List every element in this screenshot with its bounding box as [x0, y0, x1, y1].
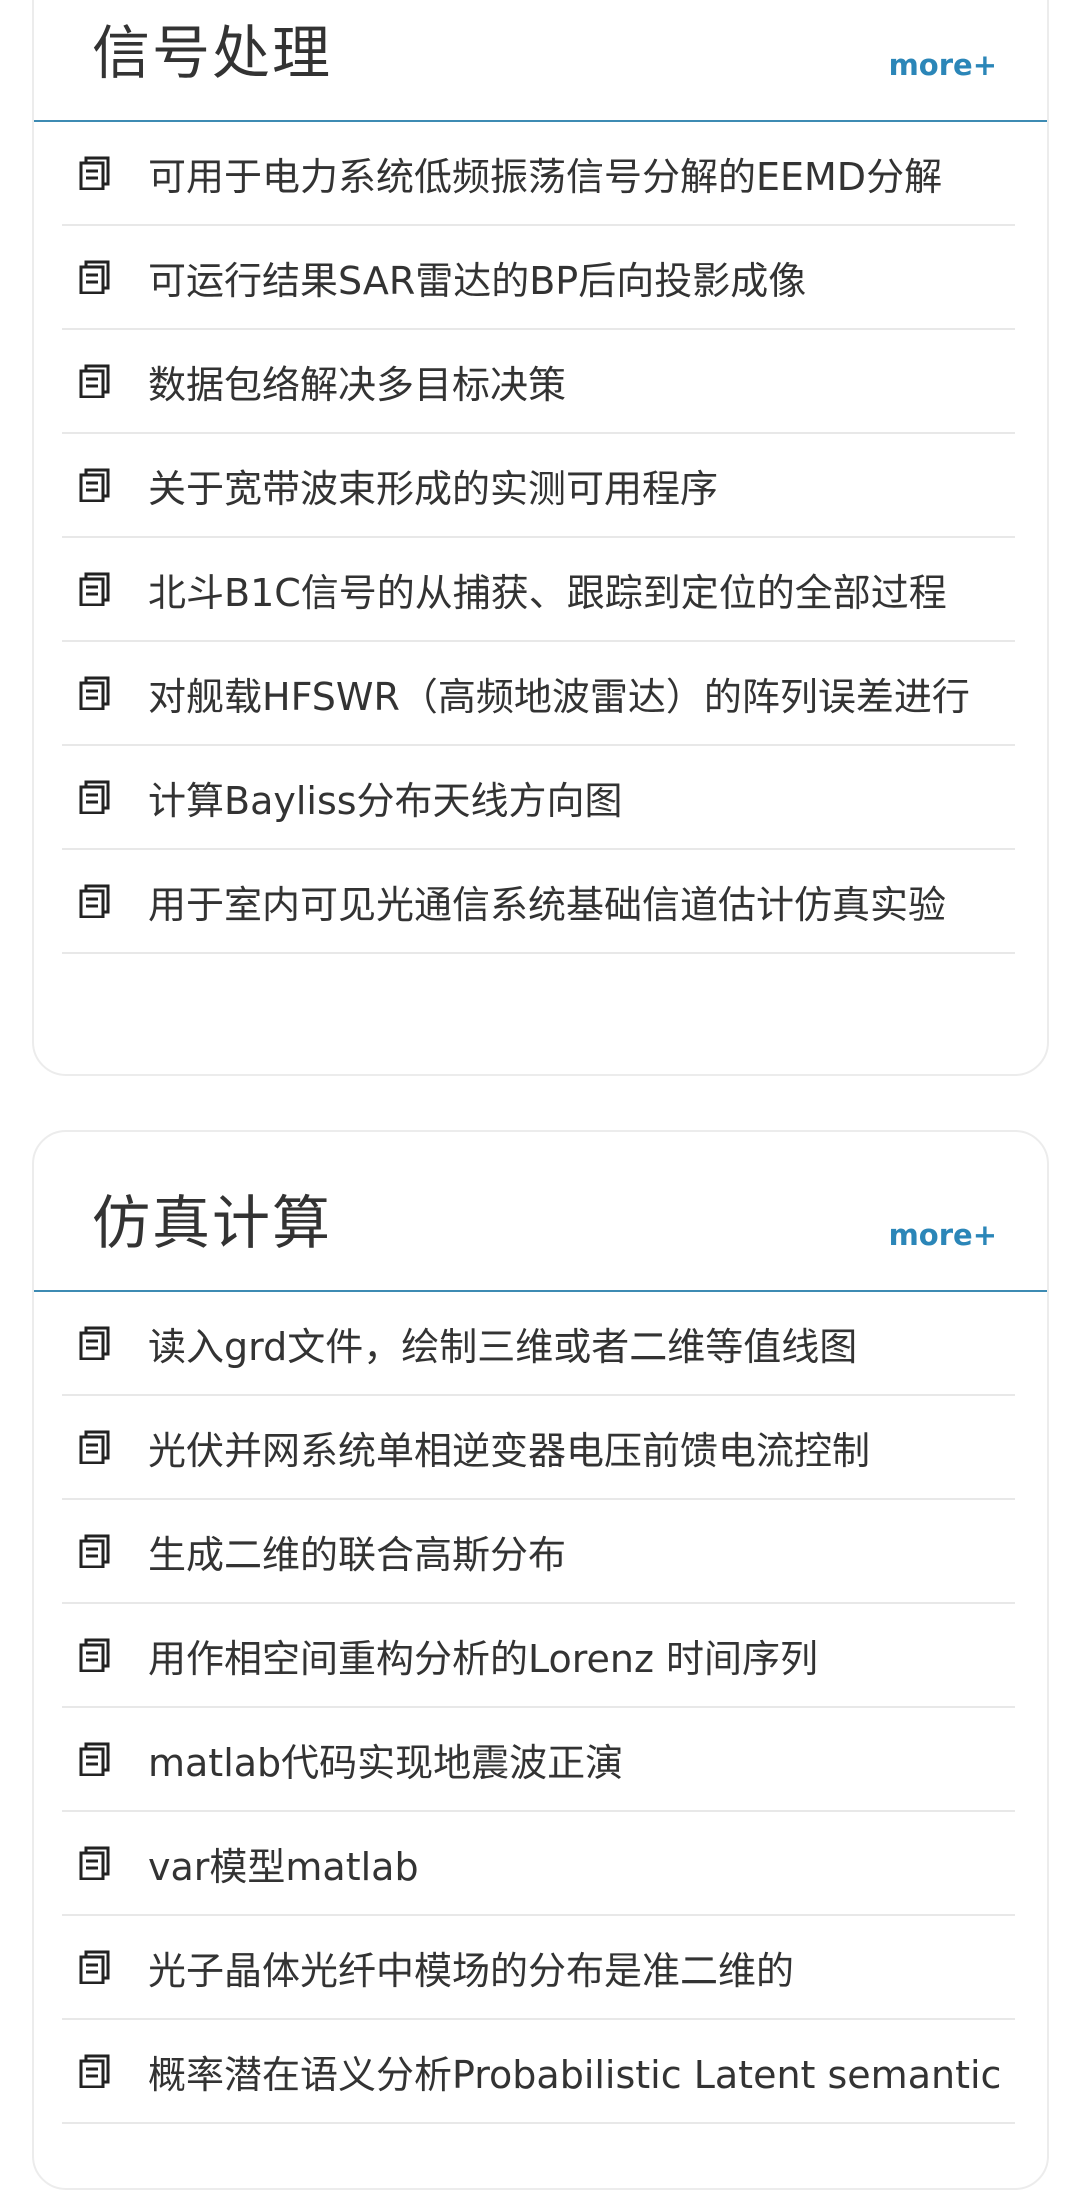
document-icon — [79, 572, 110, 606]
article-list: 读入grd文件，绘制三维或者二维等值线图 光伏并网系统单相逆变器电压前馈电流控制… — [62, 1292, 1015, 2124]
section-title: 信号处理 — [92, 19, 333, 87]
more-link[interactable]: more+ — [889, 1218, 997, 1252]
list-item[interactable]: 生成二维的联合高斯分布 — [62, 1500, 1015, 1604]
list-item-label: 关于宽带波束形成的实测可用程序 — [148, 466, 719, 511]
list-item[interactable]: 光子晶体光纤中模场的分布是准二维的 — [62, 1916, 1015, 2020]
list-item[interactable]: 用作相空间重构分析的Lorenz 时间序列 — [62, 1604, 1015, 1708]
list-item-label: 光子晶体光纤中模场的分布是准二维的 — [148, 1948, 795, 1993]
list-item[interactable]: 光伏并网系统单相逆变器电压前馈电流控制 — [62, 1396, 1015, 1500]
list-item-label: 北斗B1C信号的从捕获、跟踪到定位的全部过程 — [148, 570, 947, 615]
document-icon — [79, 1326, 110, 1360]
list-item[interactable]: 概率潜在语义分析Probabilistic Latent semantic — [62, 2020, 1015, 2124]
list-item-label: 生成二维的联合高斯分布 — [148, 1532, 567, 1577]
more-link[interactable]: more+ — [889, 48, 997, 82]
list-item-label: 对舰载HFSWR（高频地波雷达）的阵列误差进行 — [148, 674, 970, 719]
list-item-label: 读入grd文件，绘制三维或者二维等值线图 — [148, 1324, 858, 1369]
list-item-label: 可运行结果SAR雷达的BP后向投影成像 — [148, 258, 807, 303]
document-icon — [79, 780, 110, 814]
list-item-label: 计算Bayliss分布天线方向图 — [148, 778, 623, 823]
document-icon — [79, 1846, 110, 1880]
document-icon — [79, 1430, 110, 1464]
list-item-label: 数据包络解决多目标决策 — [148, 362, 567, 407]
list-item-label: 光伏并网系统单相逆变器电压前馈电流控制 — [148, 1428, 871, 1473]
document-icon — [79, 468, 110, 502]
section-card-signal-processing: 信号处理 more+ 可用于电力系统低频振荡信号分解的EEMD分解 可运行结果S… — [32, 0, 1049, 1076]
section-header: 仿真计算 more+ — [34, 1132, 1047, 1292]
list-item-label: 用于室内可见光通信系统基础信道估计仿真实验 — [148, 882, 947, 927]
list-item-label: matlab代码实现地震波正演 — [148, 1740, 624, 1785]
list-item[interactable]: 读入grd文件，绘制三维或者二维等值线图 — [62, 1292, 1015, 1396]
list-item-label: var模型matlab — [148, 1844, 419, 1889]
list-item[interactable]: 关于宽带波束形成的实测可用程序 — [62, 434, 1015, 538]
document-icon — [79, 884, 110, 918]
document-icon — [79, 1742, 110, 1776]
document-icon — [79, 260, 110, 294]
list-item[interactable]: 计算Bayliss分布天线方向图 — [62, 746, 1015, 850]
list-item[interactable]: 北斗B1C信号的从捕获、跟踪到定位的全部过程 — [62, 538, 1015, 642]
list-item-label: 用作相空间重构分析的Lorenz 时间序列 — [148, 1636, 819, 1681]
list-item[interactable]: 数据包络解决多目标决策 — [62, 330, 1015, 434]
list-item[interactable]: 对舰载HFSWR（高频地波雷达）的阵列误差进行 — [62, 642, 1015, 746]
section-header: 信号处理 more+ — [34, 0, 1047, 122]
list-item[interactable]: 用于室内可见光通信系统基础信道估计仿真实验 — [62, 850, 1015, 954]
document-icon — [79, 2054, 110, 2088]
document-icon — [79, 676, 110, 710]
list-item-label: 概率潜在语义分析Probabilistic Latent semantic — [148, 2052, 1002, 2097]
list-item[interactable]: 可用于电力系统低频振荡信号分解的EEMD分解 — [62, 122, 1015, 226]
list-item[interactable]: var模型matlab — [62, 1812, 1015, 1916]
list-item[interactable]: matlab代码实现地震波正演 — [62, 1708, 1015, 1812]
article-list: 可用于电力系统低频振荡信号分解的EEMD分解 可运行结果SAR雷达的BP后向投影… — [62, 122, 1015, 954]
section-card-simulation: 仿真计算 more+ 读入grd文件，绘制三维或者二维等值线图 光伏并网系统单相… — [32, 1130, 1049, 2190]
document-icon — [79, 1534, 110, 1568]
document-icon — [79, 364, 110, 398]
list-item-label: 可用于电力系统低频振荡信号分解的EEMD分解 — [148, 154, 943, 199]
section-title: 仿真计算 — [92, 1189, 333, 1257]
document-icon — [79, 156, 110, 190]
document-icon — [79, 1950, 110, 1984]
list-item[interactable]: 可运行结果SAR雷达的BP后向投影成像 — [62, 226, 1015, 330]
document-icon — [79, 1638, 110, 1672]
